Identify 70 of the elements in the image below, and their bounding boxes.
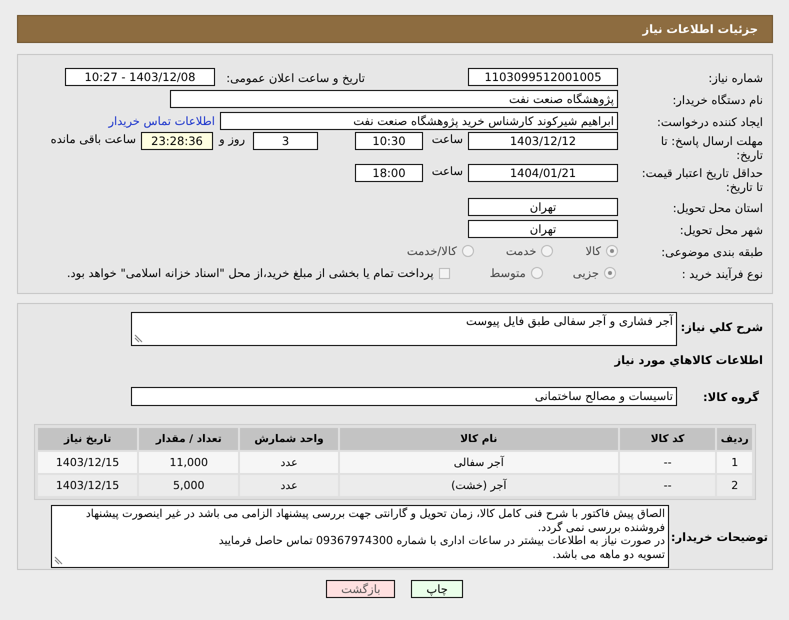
text-field[interactable]: 1403/12/08 - 10:27 (65, 68, 215, 86)
field-label: توضیحات خریدار: (672, 530, 768, 544)
radio-button[interactable] (462, 245, 474, 257)
radio-label: خدمت (506, 244, 536, 258)
text-field[interactable]: 1404/01/21 (468, 164, 618, 182)
radio-button[interactable] (604, 267, 616, 279)
radio-label: کالا (585, 244, 601, 258)
goods-group-field[interactable]: تاسیسات و مصالح ساختمانی (131, 387, 677, 406)
radio-label: جزیی (572, 266, 599, 280)
field-label: ایجاد کننده درخواست: (656, 114, 763, 129)
field-label: طبقه بندی موضوعی: (660, 244, 763, 259)
table-cell: 2 (717, 475, 752, 496)
resize-grip-icon[interactable] (54, 556, 63, 565)
table-cell: عدد (240, 475, 338, 496)
table-cell: 1 (717, 452, 752, 473)
field-text: ساعت (430, 164, 463, 178)
text-field[interactable]: 1103099512001005 (468, 68, 618, 86)
column-header: تعداد / مقدار (139, 428, 238, 450)
contact-link[interactable]: اطلاعات تماس خریدار (108, 114, 215, 128)
text-field[interactable]: 3 (253, 132, 318, 150)
table-cell: 5,000 (139, 475, 238, 496)
buyer-notes-field[interactable] (51, 505, 669, 568)
description-field[interactable]: آجر فشاری و آجر سفالی طبق فایل پیوست (131, 312, 677, 346)
radio-label: کالا/خدمت (406, 244, 457, 258)
text-field[interactable]: ابراهیم شیرکوند کارشناس خرید پژوهشگاه صنعت نفت (220, 112, 618, 130)
table-cell: 11,000 (139, 452, 238, 473)
back-button[interactable]: بازگشت (326, 580, 396, 598)
description-text: آجر فشاری و آجر سفالی طبق فایل پیوست (466, 314, 673, 328)
field-label: شهر محل تحویل: (678, 222, 763, 237)
column-header: واحد شمارش (240, 428, 338, 450)
table-cell: -- (620, 475, 716, 496)
table-cell: آجر سفالی (340, 452, 618, 473)
text-field[interactable]: 1403/12/12 (468, 132, 618, 150)
field-label: استان محل تحویل: (672, 200, 763, 215)
field-text: ساعت باقی مانده (50, 132, 136, 146)
column-header: کد کالا (620, 428, 716, 450)
field-label: گروه کالا: (702, 390, 760, 404)
field-text: ساعت (430, 132, 463, 146)
table-cell: 1403/12/15 (38, 452, 138, 473)
countdown-field: 23:28:36 (141, 132, 213, 150)
checkbox[interactable] (438, 268, 450, 278)
field-label: نام دستگاه خریدار: (671, 92, 763, 107)
text-field[interactable]: 18:00 (355, 164, 423, 182)
field-text: روز و (219, 132, 245, 146)
buyer-notes-text: الصاق پیش فاکتور با شرح فنی کامل کالا، زمان تحویل و گارانتی جهت بررسی پیشنهاد الزامی می باشد در غیر اینصورت پیشنهاد فروشنده بررسی نمی گردد. در صورت نیاز به اطلاعات بیشتر در ساعات اداری با شماره 09367974300 تماس حاصل فرمایید تسویه دو ماهه می باشد. (86, 507, 665, 560)
radio-button[interactable] (606, 245, 618, 257)
text-field[interactable]: تهران (468, 198, 618, 216)
resize-grip-icon[interactable] (134, 334, 143, 343)
field-label: نوع فرآیند خرید : (680, 266, 763, 281)
table-cell: 1403/12/15 (38, 475, 138, 496)
table-cell: -- (620, 452, 716, 473)
print-button[interactable]: چاپ (411, 580, 463, 598)
column-header: نام کالا (340, 428, 618, 450)
section-heading: اطلاعات كالاهاي مورد نياز (614, 353, 763, 367)
text-field[interactable]: پژوهشگاه صنعت نفت (170, 90, 618, 108)
text-field[interactable]: تهران (468, 220, 618, 238)
table-cell: عدد (240, 452, 338, 473)
column-header: ردیف (717, 428, 752, 450)
text-field[interactable]: 10:30 (355, 132, 423, 150)
checkbox-label: پرداخت تمام یا بخشی از مبلغ خرید،از محل "اسناد خزانه اسلامی" خواهد بود. (66, 266, 434, 280)
page-title: جزئیات اطلاعات نیاز (642, 22, 758, 36)
radio-button[interactable] (541, 245, 554, 257)
column-header: تاریخ نیاز (38, 428, 138, 450)
table-cell: آجر (خشت) (340, 475, 618, 496)
field-label: تاریخ و ساعت اعلان عمومی: (225, 70, 365, 85)
radio-label: متوسط (490, 266, 526, 280)
field-label: مهلت ارسال پاسخ: تا تاریخ: (660, 133, 763, 162)
field-label: حداقل تاریخ اعتبار قیمت: تا تاریخ: (640, 165, 763, 194)
radio-button[interactable] (530, 267, 543, 279)
field-label: شماره نیاز: (707, 70, 763, 85)
